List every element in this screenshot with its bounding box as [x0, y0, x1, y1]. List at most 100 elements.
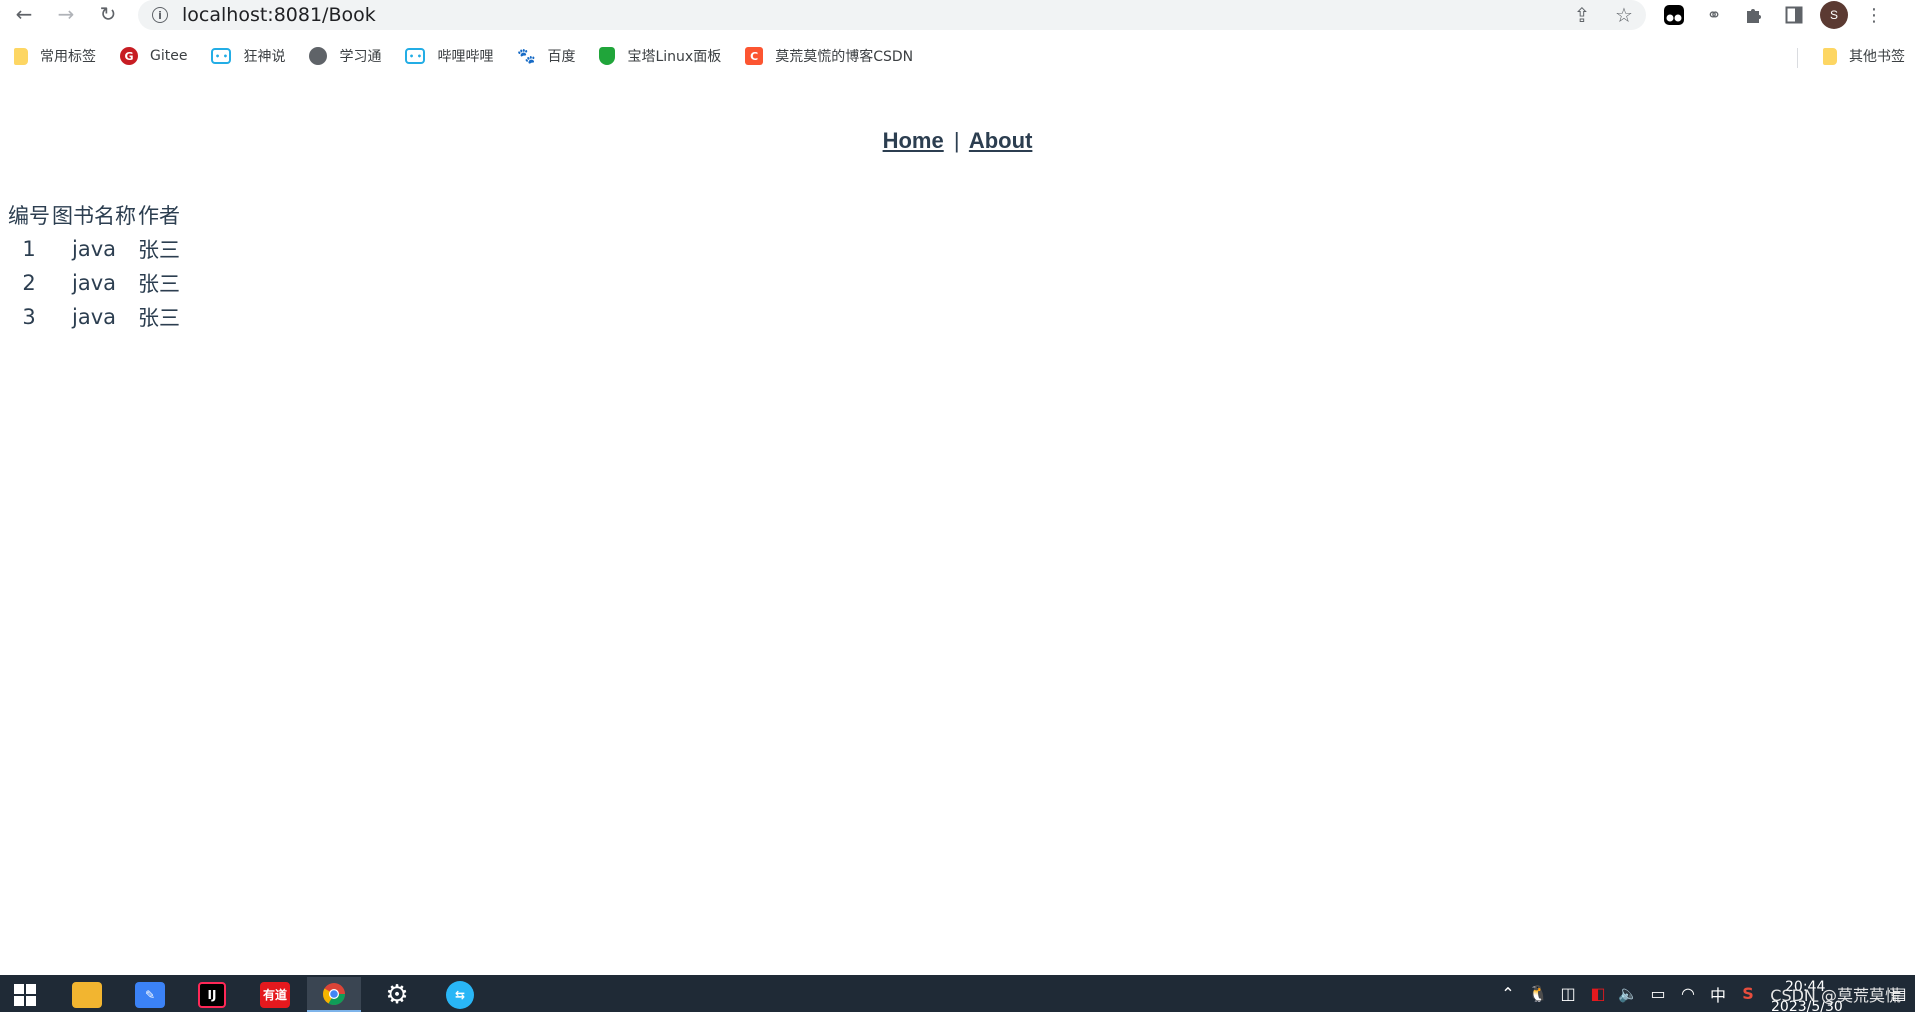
tray-red-app-icon[interactable]: ◧: [1583, 975, 1613, 1012]
bookmark-baidu[interactable]: 🐾 百度: [503, 42, 585, 70]
column-header-title: 图书名称: [52, 204, 136, 228]
arrow-right-icon: →: [57, 2, 75, 26]
column-header-author: 作者: [138, 204, 180, 228]
side-panel-icon[interactable]: [1780, 1, 1808, 29]
qq-icon[interactable]: 🐧: [1523, 975, 1553, 1012]
clock[interactable]: 20:44 2023/5/30: [1763, 975, 1883, 1015]
bookmark-label: 其他书签: [1849, 49, 1905, 65]
bookmark-gitee[interactable]: G Gitee: [106, 42, 197, 70]
bookmarks-divider: [1797, 48, 1798, 68]
bookmark-label: 莫荒莫慌的博客CSDN: [775, 49, 914, 65]
column-header-id: 编号: [8, 204, 50, 228]
windows-logo-icon: [14, 983, 36, 1006]
puzzle-extensions-icon[interactable]: [1740, 1, 1768, 29]
chrome-icon: [323, 982, 345, 1005]
clock-date: 2023/5/30: [1771, 999, 1843, 1015]
transfer-app-icon: ⇆: [446, 980, 474, 1009]
youdao-icon: 有道: [260, 981, 290, 1008]
gitee-icon: G: [120, 47, 138, 65]
bookmark-label: 常用标签: [40, 49, 96, 65]
battery-icon[interactable]: ▭: [1643, 975, 1673, 1012]
book-id: 3: [22, 305, 36, 329]
gear-icon: ⚙: [385, 979, 409, 1010]
baota-icon: [599, 47, 616, 65]
chevron-up-icon[interactable]: ⌃: [1493, 975, 1523, 1012]
taskbar-chrome[interactable]: [307, 977, 361, 1012]
menu-kebab-icon[interactable]: ⋮: [1860, 1, 1888, 29]
bilibili-icon: • •: [405, 48, 426, 64]
taskbar-app-notes[interactable]: ✎: [125, 977, 175, 1012]
bookmark-folder-other[interactable]: 其他书签: [1809, 42, 1915, 70]
book-author: 张三: [138, 238, 180, 262]
wifi-icon[interactable]: ◠: [1673, 975, 1703, 1012]
book-title: java: [72, 271, 116, 295]
bookmark-label: 狂神说: [243, 49, 286, 65]
bilibili-icon: • •: [211, 48, 232, 64]
pen-app-icon: ✎: [135, 981, 165, 1008]
table-row: 3 java 张三: [8, 301, 180, 333]
app-nav: Home | About: [0, 128, 1915, 154]
extension-link-icon[interactable]: ⚭: [1700, 1, 1728, 29]
sogou-icon[interactable]: S: [1733, 975, 1763, 1012]
url-text[interactable]: localhost:8081/Book: [182, 4, 376, 26]
book-author: 张三: [138, 306, 180, 330]
taskbar-youdao[interactable]: 有道: [250, 977, 300, 1012]
bookmark-bilibili[interactable]: • • 哔哩哔哩: [391, 42, 503, 70]
file-explorer-icon: [72, 981, 102, 1008]
bookmark-label: 学习通: [339, 49, 382, 65]
taskbar-app-blue[interactable]: ⇆: [435, 977, 485, 1012]
book-table: 编号 图书名称 作者 1 java 张三 2 java 张三 3 java 张三: [6, 197, 182, 335]
reload-icon: ↻: [99, 2, 117, 26]
start-button[interactable]: [0, 977, 50, 1012]
folder-icon: [14, 47, 28, 65]
arrow-left-icon: ←: [15, 2, 33, 26]
clock-time: 20:44: [1785, 979, 1826, 995]
extensions-area: ⚭ S ⋮: [1660, 0, 1888, 30]
profile-avatar[interactable]: S: [1820, 1, 1848, 29]
bookmark-xuexitong[interactable]: 学习通: [295, 42, 391, 70]
reload-button[interactable]: ↻: [92, 0, 124, 28]
book-id: 2: [22, 271, 36, 295]
bookmark-csdn[interactable]: C 莫荒莫慌的博客CSDN: [731, 42, 923, 70]
forward-button[interactable]: →: [50, 0, 82, 28]
bookmark-kuangshen[interactable]: • • 狂神说: [197, 42, 295, 70]
taskbar-file-explorer[interactable]: [62, 977, 112, 1012]
intellij-icon: IJ: [198, 981, 226, 1008]
notification-icon[interactable]: ▤: [1883, 975, 1915, 1012]
taskbar-settings[interactable]: ⚙: [372, 977, 422, 1012]
bookmark-baota[interactable]: 宝塔Linux面板: [585, 42, 731, 70]
csdn-icon: C: [745, 47, 764, 65]
about-link[interactable]: About: [969, 128, 1033, 153]
system-tray: ⌃ 🐧 ◫ ◧ 🔈 ▭ ◠ 中 S 20:44 2023/5/30 ▤: [1493, 975, 1915, 1015]
address-bar[interactable]: i localhost:8081/Book ⇪ ☆: [138, 0, 1646, 30]
baidu-icon: 🐾: [517, 47, 536, 65]
home-link[interactable]: Home: [883, 128, 944, 153]
ime-indicator[interactable]: 中: [1703, 975, 1733, 1012]
back-button[interactable]: ←: [8, 0, 40, 28]
book-id: 1: [22, 237, 36, 261]
bookmark-star-icon[interactable]: ☆: [1612, 3, 1636, 27]
taskbar-intellij[interactable]: IJ: [187, 977, 237, 1012]
bookmarks-bar: 常用标签 G Gitee • • 狂神说 学习通 • • 哔哩哔哩 🐾 百度 宝…: [0, 40, 1915, 72]
folder-icon: [1823, 47, 1837, 65]
omnibox-actions: ⇪ ☆: [1570, 0, 1636, 30]
bookmark-label: Gitee: [150, 48, 188, 64]
globe-icon: [309, 47, 328, 65]
share-icon[interactable]: ⇪: [1570, 3, 1594, 27]
table-row: 2 java 张三: [8, 267, 180, 299]
book-title: java: [72, 237, 116, 261]
book-title: java: [72, 305, 116, 329]
tampermonkey-icon[interactable]: [1660, 1, 1688, 29]
bookmark-label: 百度: [547, 49, 576, 65]
table-row: 1 java 张三: [8, 233, 180, 265]
bookmark-folder-common[interactable]: 常用标签: [0, 42, 106, 70]
bookmark-label: 宝塔Linux面板: [627, 49, 722, 65]
speaker-icon[interactable]: 🔈: [1613, 975, 1643, 1012]
book-author: 张三: [138, 272, 180, 296]
site-info-icon[interactable]: i: [152, 7, 168, 23]
browser-toolbar: ← → ↻ i localhost:8081/Book ⇪ ☆ ⚭ S ⋮: [0, 0, 1915, 30]
table-header-row: 编号 图书名称 作者: [8, 199, 180, 231]
tray-app-icon[interactable]: ◫: [1553, 975, 1583, 1012]
bookmark-label: 哔哩哔哩: [437, 49, 494, 65]
taskbar: ✎ IJ 有道 ⚙ ⇆ ⌃ 🐧 ◫ ◧ 🔈 ▭ ◠ 中 S 20:44 2023…: [0, 975, 1915, 1015]
